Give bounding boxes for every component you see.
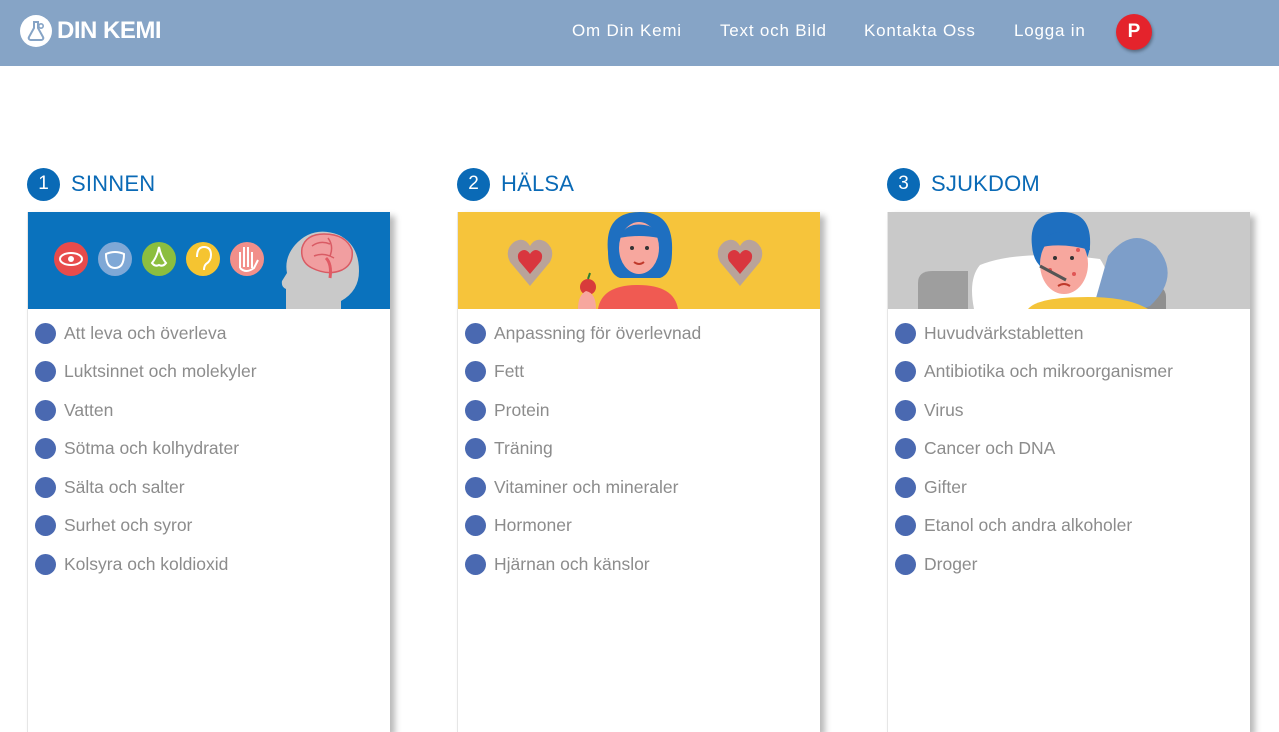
- bullet-icon: [895, 361, 916, 383]
- nav-kontakta-oss[interactable]: Kontakta Oss: [864, 21, 976, 41]
- section-sinnen: 1 SINNEN Att leva och överleva Luktsinne…: [27, 167, 391, 732]
- section-title[interactable]: SINNEN: [71, 171, 155, 197]
- topic-label: Protein: [494, 399, 550, 420]
- bullet-icon: [35, 515, 56, 537]
- bullet-icon: [35, 399, 56, 421]
- list-item[interactable]: Antibiotika och mikroorganismer: [888, 353, 1250, 392]
- topic-label: Antibiotika och mikroorganismer: [924, 361, 1173, 382]
- list-item[interactable]: Anpassning för överlevnad: [458, 314, 820, 353]
- bullet-icon: [465, 322, 486, 344]
- user-avatar[interactable]: P: [1116, 14, 1152, 50]
- bullet-icon: [465, 476, 486, 498]
- section-number-badge: 3: [887, 167, 920, 201]
- list-item[interactable]: Luktsinnet och molekyler: [28, 353, 390, 392]
- logo-text: DIN KEMI: [57, 17, 162, 44]
- banner-halsa[interactable]: [458, 212, 820, 309]
- bullet-icon: [465, 438, 486, 460]
- bullet-icon: [35, 553, 56, 575]
- bullet-icon: [465, 361, 486, 383]
- list-item[interactable]: Vatten: [28, 391, 390, 430]
- bullet-icon: [895, 476, 916, 498]
- topic-label: Virus: [924, 399, 964, 420]
- topic-card: Huvudvärkstabletten Antibiotika och mikr…: [887, 212, 1250, 732]
- topic-label: Sötma och kolhydrater: [64, 438, 240, 459]
- section-number-badge: 2: [457, 167, 490, 201]
- tongue-icon: [98, 242, 132, 276]
- topic-label: Droger: [924, 553, 978, 574]
- ear-icon: [186, 242, 220, 276]
- list-item[interactable]: Huvudvärkstabletten: [888, 314, 1250, 353]
- topic-list: Anpassning för överlevnad Fett Protein T…: [458, 309, 820, 584]
- list-item[interactable]: Hormoner: [458, 507, 820, 546]
- bullet-icon: [35, 361, 56, 383]
- list-item[interactable]: Kolsyra och koldioxid: [28, 545, 390, 584]
- list-item[interactable]: Etanol och andra alkoholer: [888, 507, 1250, 546]
- nav-om-din-kemi[interactable]: Om Din Kemi: [572, 21, 682, 41]
- list-item[interactable]: Fett: [458, 353, 820, 392]
- section-header: 2 HÄLSA: [457, 167, 821, 201]
- hand-icon: [230, 242, 264, 276]
- list-item[interactable]: Droger: [888, 545, 1250, 584]
- list-item[interactable]: Gifter: [888, 468, 1250, 507]
- topic-label: Cancer och DNA: [924, 438, 1056, 459]
- list-item[interactable]: Hjärnan och känslor: [458, 545, 820, 584]
- topic-label: Hjärnan och känslor: [494, 553, 650, 574]
- bullet-icon: [465, 553, 486, 575]
- bullet-icon: [465, 399, 486, 421]
- topic-label: Kolsyra och koldioxid: [64, 553, 229, 574]
- list-item[interactable]: Sötma och kolhydrater: [28, 430, 390, 469]
- section-number-badge: 1: [27, 167, 60, 201]
- topic-label: Luktsinnet och molekyler: [64, 361, 257, 382]
- section-header: 3 SJUKDOM: [887, 167, 1251, 201]
- topic-label: Huvudvärkstabletten: [924, 322, 1084, 343]
- list-item[interactable]: Cancer och DNA: [888, 430, 1250, 469]
- list-item[interactable]: Sälta och salter: [28, 468, 390, 507]
- list-item[interactable]: Protein: [458, 391, 820, 430]
- section-halsa: 2 HÄLSA Anpassning för överlevnad Fett P…: [457, 167, 821, 732]
- list-item[interactable]: Virus: [888, 391, 1250, 430]
- topic-label: Sälta och salter: [64, 476, 185, 497]
- banner-sjukdom[interactable]: [888, 212, 1250, 309]
- nav-text-och-bild[interactable]: Text och Bild: [720, 21, 827, 41]
- bullet-icon: [465, 515, 486, 537]
- nav-logga-in[interactable]: Logga in: [1014, 21, 1086, 41]
- list-item[interactable]: Surhet och syror: [28, 507, 390, 546]
- nose-icon: [142, 242, 176, 276]
- topic-label: Vitaminer och mineraler: [494, 476, 679, 497]
- list-item[interactable]: Att leva och överleva: [28, 314, 390, 353]
- section-title[interactable]: SJUKDOM: [931, 171, 1040, 197]
- bullet-icon: [895, 399, 916, 421]
- bullet-icon: [895, 515, 916, 537]
- eye-icon: [54, 242, 88, 276]
- section-title[interactable]: HÄLSA: [501, 171, 574, 197]
- topic-label: Etanol och andra alkoholer: [924, 515, 1133, 536]
- logo[interactable]: DIN KEMI: [20, 15, 162, 47]
- topic-card: Att leva och överleva Luktsinnet och mol…: [27, 212, 390, 732]
- topic-label: Vatten: [64, 399, 114, 420]
- topic-label: Surhet och syror: [64, 515, 193, 536]
- top-navigation-bar: DIN KEMI Om Din Kemi Text och Bild Konta…: [0, 0, 1279, 66]
- topic-list: Huvudvärkstabletten Antibiotika och mikr…: [888, 309, 1250, 584]
- topic-label: Fett: [494, 361, 525, 382]
- bullet-icon: [35, 322, 56, 344]
- bullet-icon: [35, 438, 56, 460]
- bullet-icon: [895, 438, 916, 460]
- section-header: 1 SINNEN: [27, 167, 391, 201]
- topic-label: Anpassning för överlevnad: [494, 322, 702, 343]
- list-item[interactable]: Vitaminer och mineraler: [458, 468, 820, 507]
- bullet-icon: [35, 476, 56, 498]
- topic-label: Att leva och överleva: [64, 322, 227, 343]
- section-sjukdom: 3 SJUKDOM Huvudvärkstabletten Antibiotik…: [887, 167, 1251, 732]
- list-item[interactable]: Träning: [458, 430, 820, 469]
- topic-list: Att leva och överleva Luktsinnet och mol…: [28, 309, 390, 584]
- topic-label: Träning: [494, 438, 553, 459]
- banner-sinnen[interactable]: [28, 212, 390, 309]
- bullet-icon: [895, 553, 916, 575]
- bullet-icon: [895, 322, 916, 344]
- topic-card: Anpassning för överlevnad Fett Protein T…: [457, 212, 820, 732]
- topic-label: Hormoner: [494, 515, 572, 536]
- topic-label: Gifter: [924, 476, 967, 497]
- flask-logo-icon: [20, 15, 52, 47]
